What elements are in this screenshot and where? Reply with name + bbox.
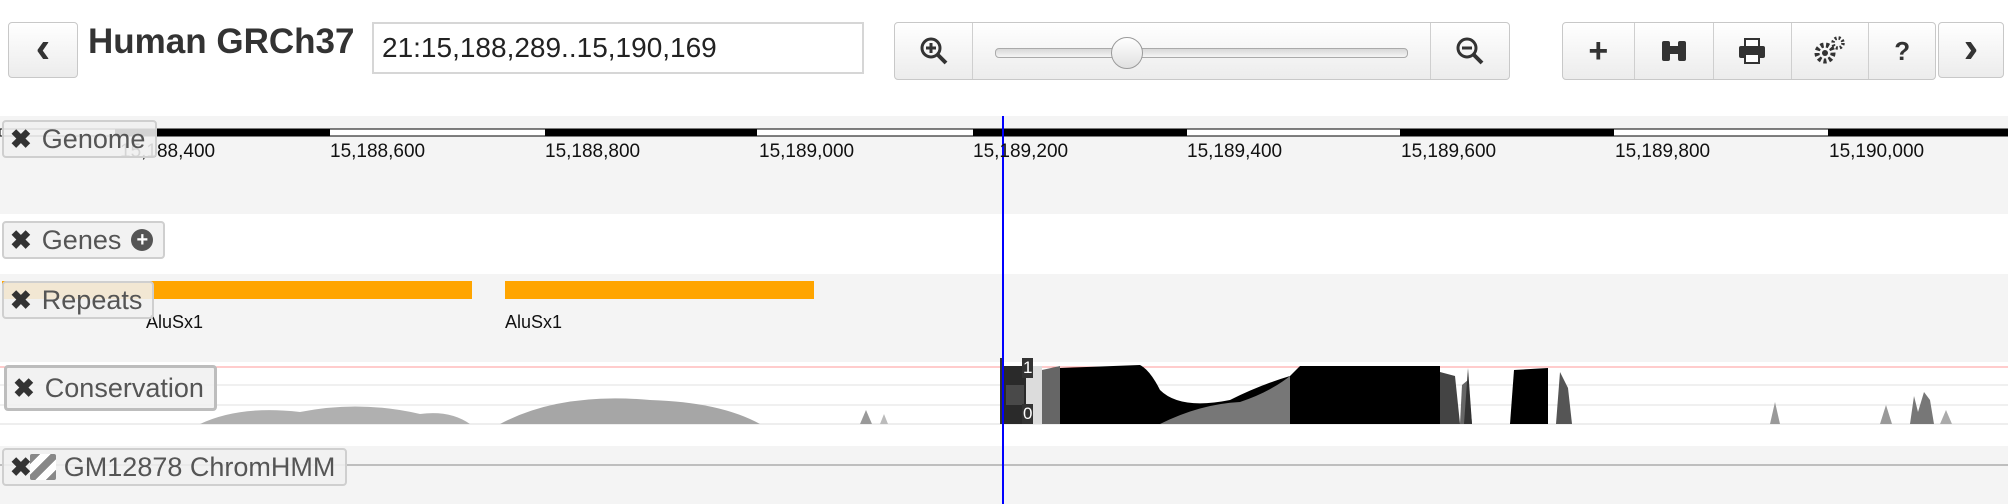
forward-button[interactable]: › [1938, 22, 2004, 78]
print-button[interactable] [1714, 23, 1792, 79]
conservation-min-label: 0 [1022, 404, 1034, 424]
track-label-genes[interactable]: ✖ Genes + [2, 221, 166, 259]
zoom-in-icon [920, 37, 947, 65]
ruler-tick-label: 15,190,000 [1829, 141, 1925, 162]
search-button[interactable] [1635, 23, 1715, 79]
track-label-repeats[interactable]: ✖ Repeats [2, 281, 155, 319]
track-label-conservation[interactable]: ✖ Conservation [4, 365, 217, 411]
ruler-tick-label: 15,189,600 [1401, 141, 1497, 162]
close-icon[interactable]: ✖ [10, 452, 32, 483]
help-icon: ? [1894, 35, 1911, 66]
legend-icon[interactable] [29, 454, 56, 480]
track-name: Genes [41, 224, 122, 255]
repeat-feature-label: AluSx1 [146, 312, 204, 332]
zoom-out-icon [1456, 37, 1484, 65]
ruler-tick-label: 15,189,200 [973, 141, 1069, 162]
ruler-tick-label: 15,189,000 [759, 141, 855, 162]
back-button[interactable]: ‹ [8, 22, 78, 78]
settings-button[interactable] [1792, 23, 1870, 79]
ruler-tick-label: 15,189,800 [1615, 141, 1711, 162]
repeat-feature-label: AluSx1 [505, 312, 563, 332]
zoom-slider-track [995, 48, 1408, 58]
chevron-right-icon: › [1963, 23, 1979, 72]
conservation-signal [200, 365, 1952, 424]
chevron-left-icon: ‹ [35, 23, 51, 72]
binoculars-icon [1661, 41, 1686, 61]
ruler-tick-label: 15,188,800 [545, 141, 641, 162]
assembly-title: Human GRCh37 [88, 22, 355, 61]
zoom-slider-handle[interactable] [1111, 37, 1143, 69]
zoom-out-button[interactable] [1431, 23, 1509, 79]
locus-input[interactable] [372, 22, 864, 74]
track-name: Repeats [41, 284, 143, 315]
repeat-feature-2[interactable] [505, 281, 814, 299]
conservation-scale: 1 0 [1000, 358, 1034, 424]
ruler-tick-label: 15,188,600 [330, 141, 426, 162]
close-icon[interactable]: ✖ [10, 124, 32, 155]
track-name: GM12878 ChromHMM [63, 451, 336, 482]
zoom-in-button[interactable] [895, 23, 973, 79]
zoom-slider[interactable] [973, 23, 1431, 79]
add-track-button[interactable]: + [1563, 23, 1635, 79]
help-button[interactable]: ? [1869, 23, 1935, 79]
ruler-tick-label: 15,189,400 [1187, 141, 1283, 162]
gear-icon [1814, 36, 1845, 64]
zoom-controls [894, 22, 1510, 80]
track-name: Genome [41, 123, 146, 154]
close-icon[interactable]: ✖ [10, 285, 32, 316]
track-name: Conservation [44, 372, 204, 403]
plus-icon: + [1588, 31, 1609, 70]
close-icon[interactable]: ✖ [13, 373, 35, 404]
tool-buttons: + ? [1562, 22, 1936, 80]
print-icon [1739, 38, 1766, 64]
close-icon[interactable]: ✖ [10, 225, 32, 256]
track-label-genome[interactable]: ✖ Genome [2, 120, 158, 158]
conservation-max-label: 1 [1022, 358, 1034, 378]
add-circle-icon[interactable]: + [131, 229, 154, 251]
track-label-chromhmm[interactable]: ✖ GM12878 ChromHMM [2, 448, 348, 486]
